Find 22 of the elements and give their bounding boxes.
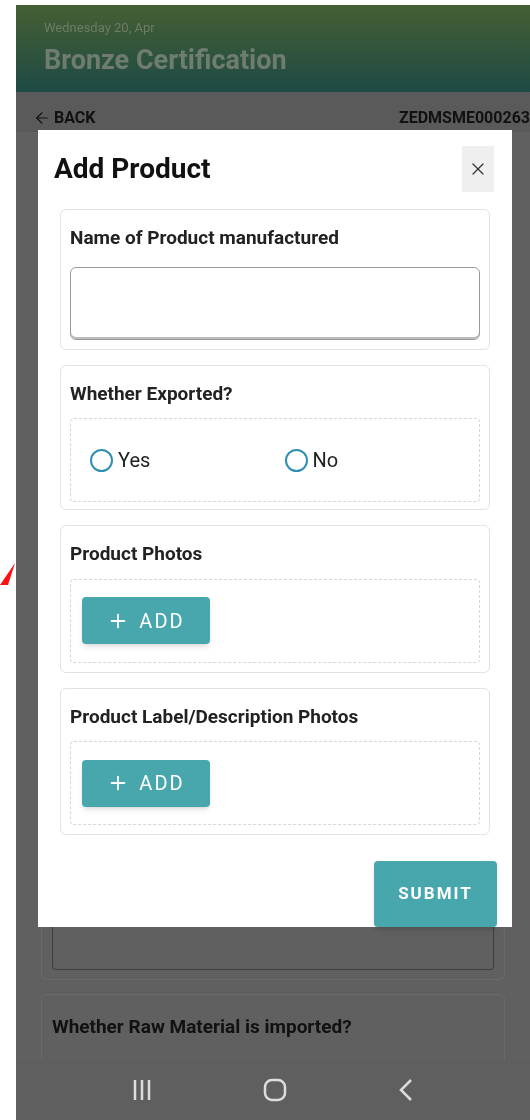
- certificate-id: ZEDMSME000263: [398, 107, 530, 129]
- header-title: Bronze Certification: [44, 43, 288, 78]
- close-button[interactable]: [462, 146, 494, 192]
- radio-button[interactable]: [90, 448, 113, 472]
- field-label: Name of Product manufactured: [70, 225, 339, 251]
- radio-label: Yes: [118, 447, 151, 474]
- field-label: Whether Exported?: [70, 380, 233, 407]
- dialog-title: Add Product: [54, 151, 211, 187]
- back-icon[interactable]: [398, 1078, 415, 1102]
- back-link[interactable]: BACK: [33, 106, 96, 130]
- add-button[interactable]: ADD: [82, 597, 210, 644]
- recent-apps-icon[interactable]: [131, 1079, 152, 1101]
- submit-button[interactable]: SUBMIT: [374, 861, 497, 927]
- add-button[interactable]: ADD: [82, 759, 210, 807]
- home-icon[interactable]: [263, 1078, 287, 1102]
- question-label: Whether Raw Material is imported?: [52, 1015, 352, 1038]
- field-label: Product Label/Description Photos: [70, 703, 359, 730]
- arrow-icon: [0, 563, 15, 585]
- radio-label: No: [312, 447, 339, 474]
- field-label: Product Photos: [70, 541, 203, 567]
- radio-button[interactable]: [284, 448, 308, 472]
- input-field[interactable]: [70, 266, 480, 340]
